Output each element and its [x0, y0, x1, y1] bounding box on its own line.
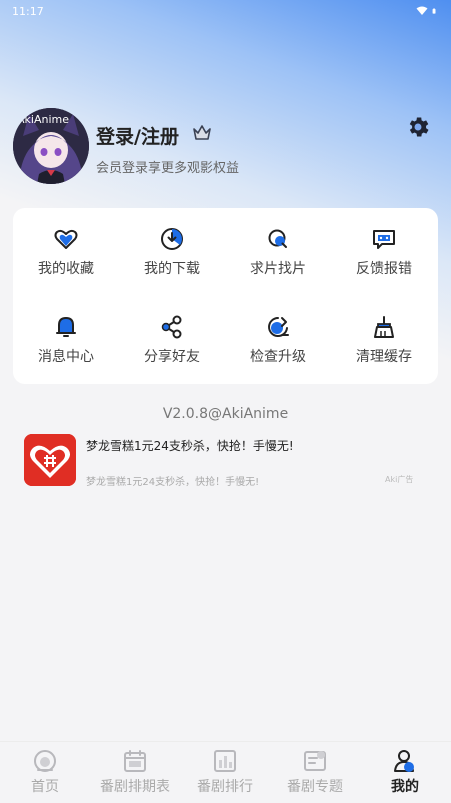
- gear-icon[interactable]: [405, 114, 431, 140]
- ad-logo[interactable]: [24, 434, 76, 486]
- topic-icon: [304, 751, 326, 771]
- avatar[interactable]: AkiAnime: [13, 108, 89, 184]
- feature-grid: 我的收藏 我的下载 求片找片 反馈报错 消息中心 分享好友 检查升级 清理缓存: [13, 208, 438, 384]
- upgrade-icon: [268, 317, 289, 337]
- wifi-icon: [416, 6, 428, 15]
- ad-description: 梦龙雪糕1元24支秒杀，快抢！手慢无!: [86, 477, 260, 488]
- heart-icon: [54, 229, 78, 249]
- battery-icon: [432, 8, 436, 14]
- broom-icon: [374, 316, 394, 338]
- search-film-icon: [268, 229, 287, 248]
- profile-icon: [394, 750, 414, 772]
- bottom-nav: 首页 番剧排期表 番剧排行 番剧专题 我的: [0, 741, 451, 803]
- ad-banner[interactable]: 梦龙雪糕1元24支秒杀，快抢！手慢无! 梦龙雪糕1元24支秒杀，快抢！手慢无! …: [24, 434, 424, 490]
- nav-topics[interactable]: 番剧专题: [270, 742, 360, 803]
- grid-label: 消息中心: [38, 349, 94, 365]
- grid-label: 检查升级: [250, 349, 306, 365]
- feedback-icon: [373, 230, 395, 249]
- login-register-link[interactable]: 登录/注册: [96, 122, 179, 149]
- login-subtitle: 会员登录享更多观影权益: [96, 161, 240, 176]
- nav-ranking[interactable]: 番剧排行: [180, 742, 270, 803]
- nav-home[interactable]: 首页: [0, 742, 90, 803]
- grid-label: 我的收藏: [38, 261, 94, 277]
- avatar-text: AkiAnime: [17, 113, 69, 126]
- nav-label: 首页: [31, 779, 59, 795]
- grid-item-downloads[interactable]: 我的下载: [119, 208, 225, 284]
- crown-icon: [193, 125, 211, 140]
- calendar-icon: [124, 750, 146, 772]
- ad-label: Aki广告: [385, 475, 414, 484]
- pinduoduo-logo-icon: [24, 434, 76, 486]
- grid-label: 求片找片: [250, 261, 306, 277]
- download-icon: [161, 228, 183, 250]
- nav-schedule[interactable]: 番剧排期表: [90, 742, 180, 803]
- status-bar: 11:17: [0, 0, 451, 22]
- grid-item-clear-cache[interactable]: 清理缓存: [331, 296, 437, 372]
- status-time: 11:17: [12, 4, 44, 18]
- grid-label: 反馈报错: [356, 261, 412, 277]
- ranking-icon: [214, 750, 236, 772]
- nav-label: 番剧专题: [287, 779, 343, 795]
- grid-item-request[interactable]: 求片找片: [225, 208, 331, 284]
- app-version: V2.0.8@AkiAnime: [162, 406, 289, 422]
- nav-label: 番剧排期表: [100, 779, 170, 795]
- home-icon: [34, 750, 56, 772]
- grid-label: 清理缓存: [356, 349, 412, 365]
- bell-icon: [56, 316, 76, 337]
- grid-label: 我的下载: [144, 261, 200, 277]
- profile-section[interactable]: AkiAnime 登录/注册 会员登录享更多观影权益: [13, 108, 438, 184]
- grid-item-share[interactable]: 分享好友: [119, 296, 225, 372]
- grid-item-messages[interactable]: 消息中心: [13, 296, 119, 372]
- grid-label: 分享好友: [144, 349, 200, 365]
- avatar-image: AkiAnime: [13, 108, 89, 184]
- nav-label: 我的: [391, 779, 419, 795]
- nav-label: 番剧排行: [197, 779, 253, 795]
- grid-item-favorites[interactable]: 我的收藏: [13, 208, 119, 284]
- ad-title[interactable]: 梦龙雪糕1元24支秒杀，快抢！手慢无!: [86, 437, 294, 454]
- share-icon: [161, 315, 182, 339]
- grid-item-feedback[interactable]: 反馈报错: [331, 208, 437, 284]
- grid-item-upgrade[interactable]: 检查升级: [225, 296, 331, 372]
- nav-profile[interactable]: 我的: [360, 742, 450, 803]
